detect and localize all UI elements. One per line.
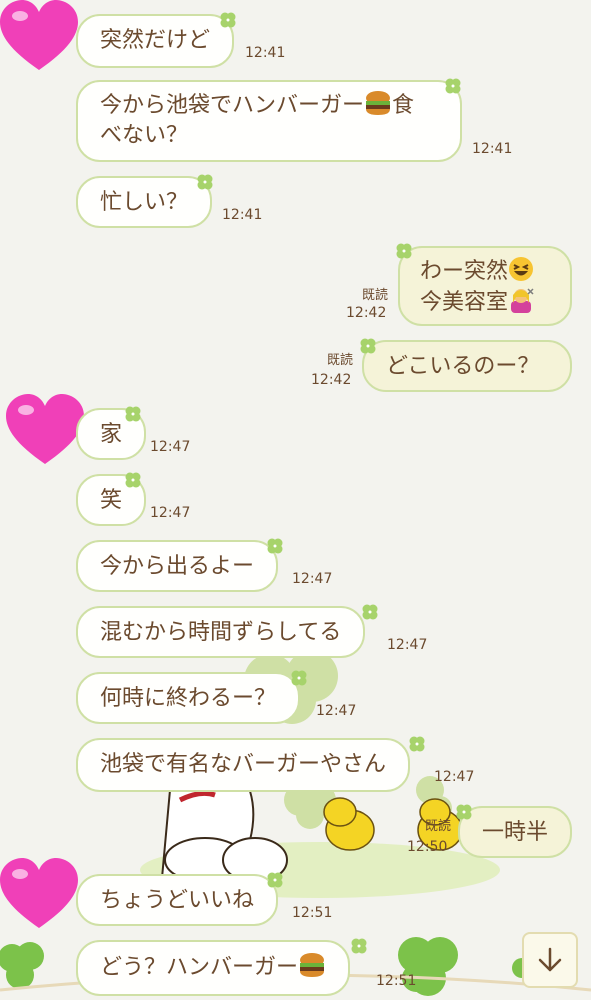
message-text: 一時半 xyxy=(482,820,549,845)
message-bubble-outgoing[interactable]: 一時半 xyxy=(458,806,572,858)
clover-icon xyxy=(362,604,378,620)
message-text: 忙しい？ xyxy=(100,190,189,215)
message-bubble-incoming[interactable]: どう？ハンバーガー xyxy=(76,940,351,996)
message-bubble-outgoing[interactable]: どこいるのー？ xyxy=(362,340,572,392)
message-text: べない？ xyxy=(100,123,189,148)
read-receipt: 既読 xyxy=(424,819,451,834)
pink-heart-icon[interactable] xyxy=(0,858,78,932)
message-time: 12:47 xyxy=(387,637,428,653)
read-receipt: 既読 xyxy=(326,353,353,368)
haircut-emoji-icon xyxy=(511,288,534,313)
message-text: わー突然 xyxy=(420,259,509,284)
clover-icon xyxy=(291,670,307,686)
message-text: 突然だけど xyxy=(100,28,211,53)
message-time: 12:41 xyxy=(222,207,263,223)
message-time: 12:41 xyxy=(472,141,513,157)
clover-icon xyxy=(351,938,367,954)
clover-icon xyxy=(396,243,412,259)
hamburger-emoji-icon xyxy=(366,91,391,115)
message-time: 12:51 xyxy=(376,973,417,989)
grinning-squinting-emoji-icon xyxy=(509,257,534,281)
message-time: 12:41 xyxy=(245,45,286,61)
clover-icon xyxy=(267,538,283,554)
message-time: 12:47 xyxy=(150,505,191,521)
clover-icon xyxy=(267,872,283,888)
message-time: 12:47 xyxy=(292,571,333,587)
clover-icon xyxy=(220,12,236,28)
pink-heart-icon[interactable] xyxy=(6,394,84,468)
message-text: 池袋で有名なバーガーやさん xyxy=(100,752,387,777)
message-time: 12:47 xyxy=(150,439,191,455)
message-text: どこいるのー？ xyxy=(386,354,540,379)
message-text: 家 xyxy=(100,422,123,447)
clover-icon xyxy=(125,472,141,488)
message-text: 混むから時間ずらしてる xyxy=(100,620,342,645)
clover-icon xyxy=(445,78,461,94)
message-bubble-incoming[interactable]: 何時に終わるー？ xyxy=(76,672,301,724)
message-bubble-incoming[interactable]: 突然だけど xyxy=(76,14,235,68)
clover-icon xyxy=(409,736,425,752)
message-bubble-incoming[interactable]: 今から池袋でハンバーガー 食 べない？ xyxy=(76,80,462,162)
scroll-to-bottom-button[interactable] xyxy=(522,932,578,988)
message-time: 12:42 xyxy=(346,305,387,321)
clover-icon xyxy=(197,174,213,190)
message-bubble-incoming[interactable]: 混むから時間ずらしてる xyxy=(76,606,366,658)
clover-icon xyxy=(125,406,141,422)
message-text: ちょうどいいね xyxy=(100,888,255,913)
read-receipt: 既読 xyxy=(361,288,388,303)
clover-icon xyxy=(360,338,376,354)
arrow-down-icon xyxy=(538,947,562,972)
message-bubble-incoming[interactable]: 今から出るよー xyxy=(76,540,279,592)
message-text: 食 xyxy=(392,93,415,118)
pink-heart-icon[interactable] xyxy=(0,0,78,74)
message-bubble-incoming[interactable]: 忙しい？ xyxy=(76,176,213,228)
message-bubble-outgoing[interactable]: わー突然 今美容室 xyxy=(398,246,572,326)
clover-icon xyxy=(456,804,472,820)
message-time: 12:47 xyxy=(434,769,475,785)
message-text: 今美容室 xyxy=(420,290,509,315)
message-text: 今から出るよー xyxy=(100,554,255,579)
message-bubble-incoming[interactable]: ちょうどいいね xyxy=(76,874,279,926)
message-text: 何時に終わるー？ xyxy=(100,686,277,711)
message-time: 12:50 xyxy=(407,839,448,855)
message-time: 12:42 xyxy=(311,372,352,388)
message-time: 12:47 xyxy=(316,703,357,719)
message-text: 笑 xyxy=(100,488,123,513)
message-bubble-incoming[interactable]: 池袋で有名なバーガーやさん xyxy=(76,738,411,792)
message-text: どう？ハンバーガー xyxy=(100,955,299,980)
message-text: 今から池袋でハンバーガー xyxy=(100,93,365,118)
message-time: 12:51 xyxy=(292,905,333,921)
hamburger-emoji-icon xyxy=(300,953,325,977)
